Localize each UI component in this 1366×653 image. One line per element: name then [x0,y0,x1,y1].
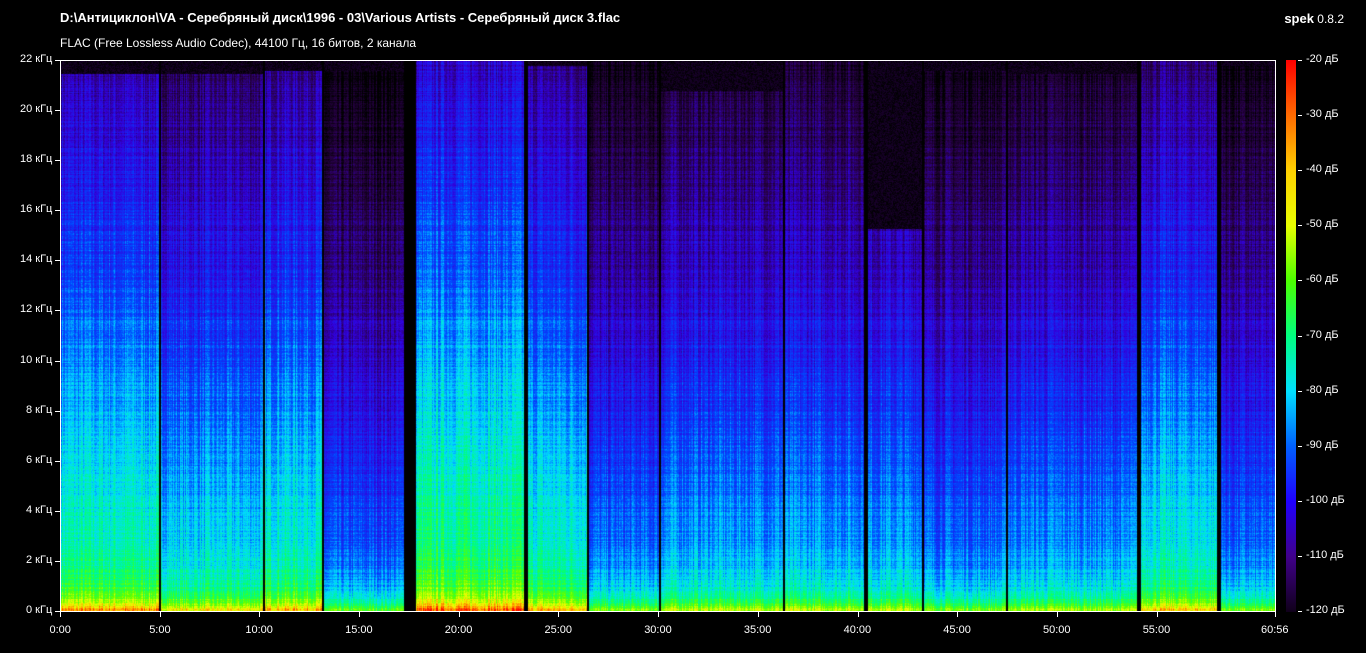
colorbar-tick-label: -40 дБ [1306,163,1339,176]
x-tick [458,612,460,617]
audio-format-info: FLAC (Free Lossless Audio Codec), 44100 … [60,36,416,50]
colorbar-tick [1298,555,1302,557]
x-tick-label: 35:00 [743,624,772,636]
colorbar-tick [1298,335,1302,337]
colorbar-tick-label: -110 дБ [1306,548,1344,561]
y-tick [55,210,60,212]
colorbar-tick-label: -70 дБ [1306,328,1339,341]
x-tick-label: 40:00 [843,624,872,636]
y-tick-label: 14 кГц [20,253,53,266]
x-tick [359,612,361,617]
colorbar-tick-label: -100 дБ [1306,493,1345,506]
y-tick-label: 12 кГц [20,303,53,316]
file-path-title: D:\Антициклон\VA - Серебряный диск\1996 … [60,10,621,25]
colorbar-tick-label: -90 дБ [1306,438,1339,451]
colorbar-tick [1298,225,1302,227]
colorbar-tick [1298,500,1302,502]
x-tick [1275,612,1276,617]
x-tick [558,612,560,617]
x-tick-label: 60:56 [1261,624,1289,636]
x-tick [757,612,759,617]
y-tick [55,460,60,462]
colorbar-tick [1298,445,1302,447]
y-tick-label: 6 кГц [26,453,53,466]
x-tick-label: 30:00 [644,624,672,636]
x-tick-label: 15:00 [345,624,373,636]
colorbar-tick-label: -60 дБ [1306,273,1339,286]
x-tick-label: 0:00 [49,624,71,636]
y-tick-label: 16 кГц [20,203,53,216]
colorbar-tick-label: -50 дБ [1306,218,1339,231]
y-tick [55,260,60,262]
colorbar-tick [1298,390,1302,392]
y-tick [55,310,60,312]
y-tick [55,60,60,61]
y-tick [55,360,60,362]
colorbar-tick [1298,280,1302,282]
x-tick [957,612,959,617]
y-tick [55,560,60,562]
y-tick [55,510,60,512]
y-tick-label: 4 кГц [26,503,53,516]
y-tick-label: 8 кГц [26,403,53,416]
colorbar [1286,60,1296,612]
app-brand: spek 0.8.2 [1284,11,1344,26]
colorbar-tick-label: -80 дБ [1306,383,1339,396]
colorbar-tick [1298,115,1302,117]
y-tick [55,110,60,112]
y-tick-label: 20 кГц [20,103,53,116]
x-tick [658,612,660,617]
x-tick-label: 50:00 [1042,624,1071,636]
y-tick [55,611,60,612]
y-tick-label: 18 кГц [20,153,53,166]
colorbar-tick-label: -20 дБ [1306,53,1339,65]
x-tick [259,612,261,617]
x-tick [60,612,61,617]
y-tick-label: 0 кГц [26,604,53,616]
app-name: spek [1284,11,1314,26]
x-tick-label: 25:00 [544,624,573,636]
y-tick-label: 22 кГц [20,53,53,65]
x-tick-label: 10:00 [245,624,273,636]
y-tick [55,160,60,162]
colorbar-tick-label: -120 дБ [1306,604,1345,616]
x-tick-label: 55:00 [1142,624,1171,636]
y-tick-label: 10 кГц [20,353,53,366]
colorbar-tick [1298,60,1302,61]
plot-frame [60,60,1276,612]
x-tick-label: 45:00 [943,624,971,636]
x-tick-label: 5:00 [149,624,171,636]
x-tick [159,612,161,617]
x-tick [1156,612,1158,617]
colorbar-tick [1298,170,1302,172]
x-tick [857,612,859,617]
app-version: 0.8.2 [1317,12,1344,26]
y-tick-label: 2 кГц [26,553,53,566]
y-tick [55,410,60,412]
colorbar-tick-label: -30 дБ [1306,108,1339,121]
x-tick-label: 20:00 [444,624,473,636]
x-tick [1056,612,1058,617]
colorbar-tick [1298,611,1302,612]
